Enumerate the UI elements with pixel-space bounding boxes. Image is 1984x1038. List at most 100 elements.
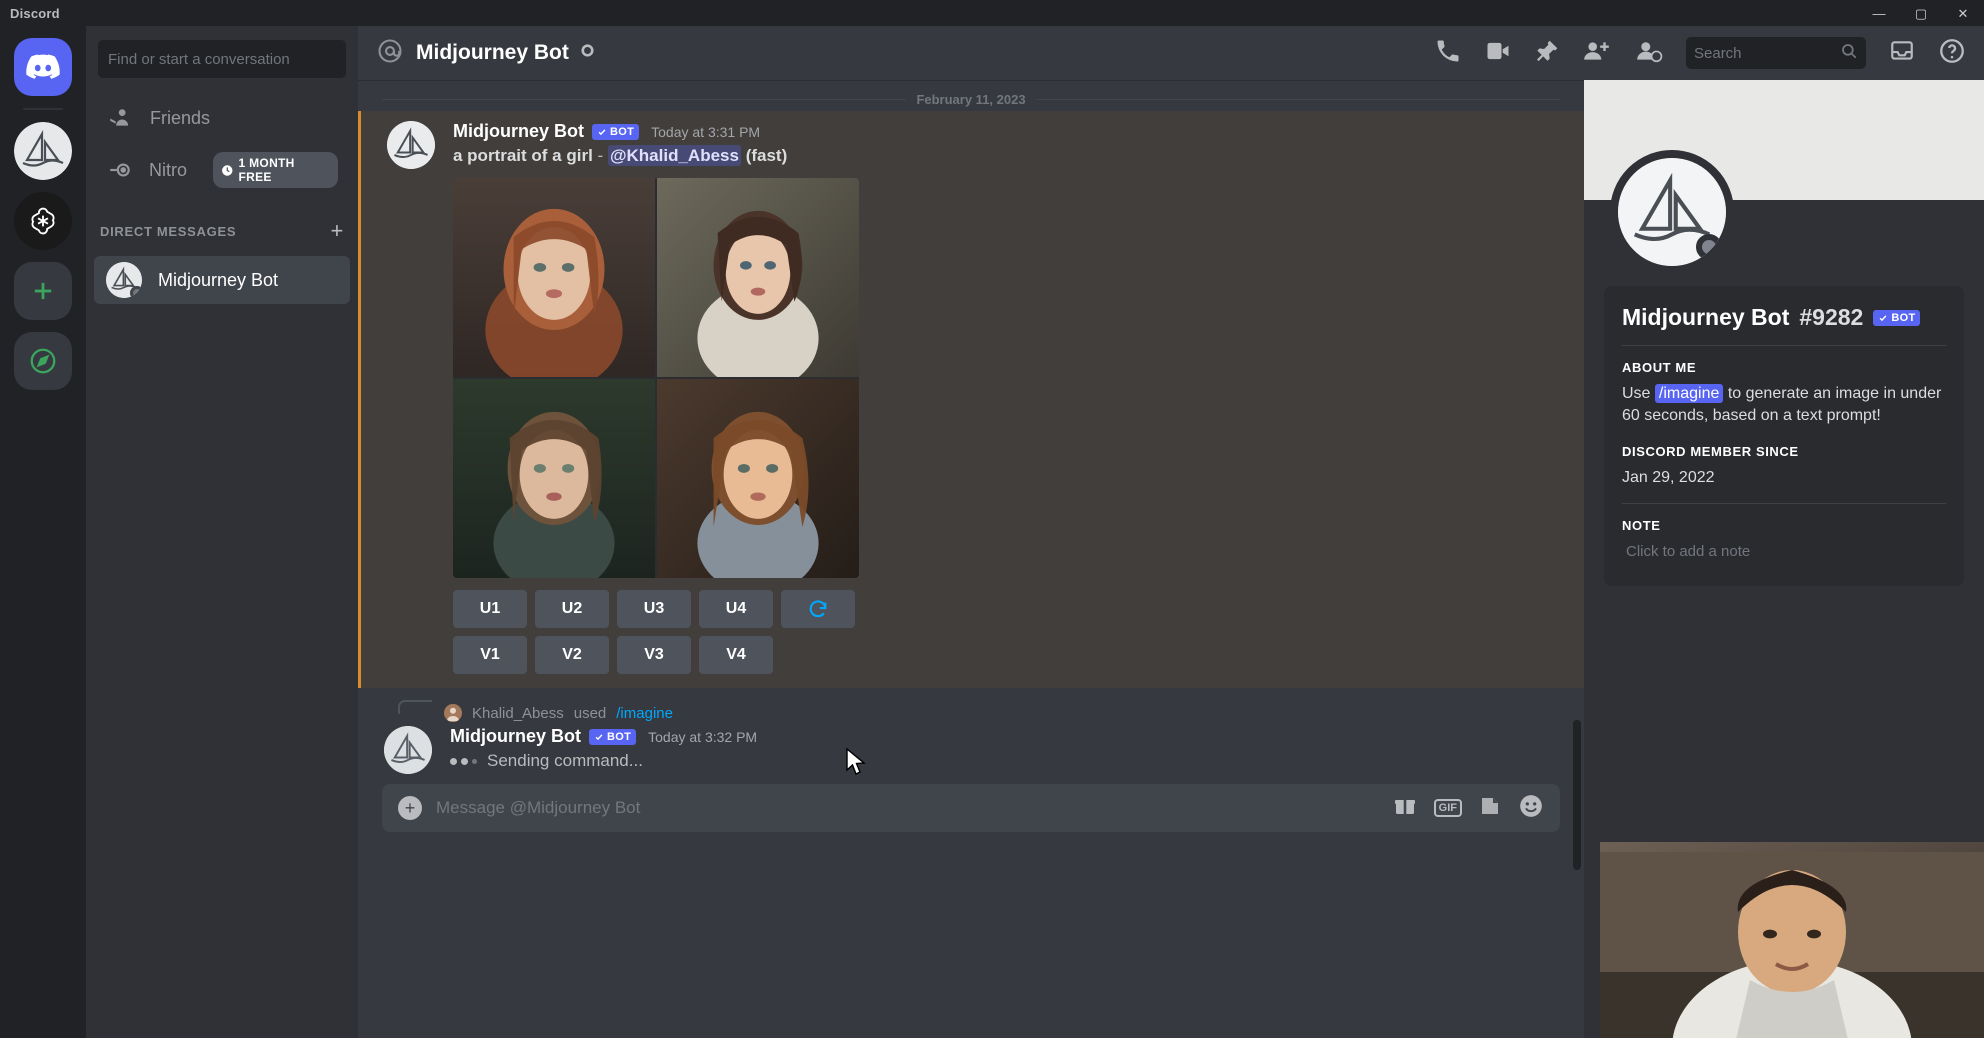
dm-item-midjourney-bot[interactable]: Midjourney Bot <box>94 256 350 304</box>
check-icon <box>1879 314 1887 321</box>
pin-icon[interactable] <box>1534 38 1560 69</box>
note-input[interactable]: Click to add a note <box>1622 541 1946 562</box>
reply-curve-decoration <box>398 700 432 714</box>
explore-servers-button[interactable] <box>14 332 72 390</box>
generated-image-4[interactable] <box>657 379 859 578</box>
bot-badge: BOT <box>1873 309 1921 326</box>
sidebar-item-label-nitro: Nitro <box>149 159 188 180</box>
dm-conversation-list: Midjourney Bot <box>86 250 358 310</box>
generated-image-2[interactable] <box>657 178 859 377</box>
check-icon <box>598 128 606 135</box>
attach-button[interactable]: + <box>398 796 422 820</box>
message-input[interactable]: Message @Midjourney Bot <box>436 798 640 818</box>
sidebar-nav-list: Friends Nitro 1 MONTH FREE <box>86 88 358 200</box>
sailboat-icon <box>384 726 432 774</box>
generated-image-grid[interactable] <box>453 178 859 578</box>
search-icon <box>1840 42 1858 64</box>
system-command-verb: used <box>573 704 607 722</box>
upscale-button-u1[interactable]: U1 <box>453 590 527 628</box>
bot-badge-label: BOT <box>1891 311 1916 324</box>
server-icon-midjourney[interactable] <box>14 122 72 180</box>
check-icon <box>595 733 603 740</box>
date-divider-label: February 11, 2023 <box>916 92 1026 107</box>
search-input[interactable]: Search <box>1686 37 1866 69</box>
add-server-button[interactable] <box>14 262 72 320</box>
system-command-user[interactable]: Khalid_Abess <box>472 705 564 722</box>
generated-image-1[interactable] <box>453 178 655 377</box>
bot-badge: BOT <box>589 728 637 745</box>
sidebar-item-nitro[interactable]: Nitro 1 MONTH FREE <box>94 146 350 194</box>
profile-icon[interactable] <box>1634 37 1664 70</box>
about-me-body: Use /imagine to generate an image in und… <box>1622 383 1946 426</box>
generated-image-3[interactable] <box>453 379 655 578</box>
about-command-chip[interactable]: /imagine <box>1654 384 1724 403</box>
page-title: Midjourney Bot <box>416 41 569 64</box>
variation-button-v4[interactable]: V4 <box>699 636 773 674</box>
call-icon[interactable] <box>1434 37 1462 70</box>
close-button[interactable]: ✕ <box>1942 0 1984 26</box>
avatar[interactable] <box>387 121 435 169</box>
message-body: Midjourney Bot BOT Today at 3:31 PM a po… <box>453 121 1568 674</box>
about-prefix: Use <box>1622 385 1651 402</box>
profile-divider <box>1622 345 1946 346</box>
avatar[interactable] <box>1610 150 1734 274</box>
gift-icon[interactable] <box>1392 794 1418 823</box>
upscale-button-u3[interactable]: U3 <box>617 590 691 628</box>
message-timestamp: Today at 3:32 PM <box>648 728 758 745</box>
server-rail <box>0 26 86 1038</box>
message-list: February 11, 2023 Midjourney Bot BOT Tod… <box>358 80 1584 1038</box>
server-icon-discord-home[interactable] <box>14 38 72 96</box>
find-conversation-input[interactable]: Find or start a conversation <box>98 40 346 78</box>
maximize-button[interactable]: ▢ <box>1900 0 1942 26</box>
message-row: Midjourney Bot BOT Today at 3:31 PM a po… <box>387 121 1568 674</box>
person-video-feed <box>1600 852 1984 1038</box>
gif-icon[interactable]: GIF <box>1433 799 1462 817</box>
divider-line-right <box>1035 99 1561 100</box>
sticker-icon[interactable] <box>1478 794 1502 823</box>
reroll-button[interactable] <box>781 590 855 628</box>
upscale-button-u2[interactable]: U2 <box>535 590 609 628</box>
add-friend-icon[interactable] <box>1582 37 1612 70</box>
slash-command-link[interactable]: /imagine <box>616 705 673 722</box>
message-scrollbar[interactable] <box>1573 720 1581 870</box>
dm-sidebar: Find or start a conversation Friends Nit… <box>86 26 358 1038</box>
variation-button-v1[interactable]: V1 <box>453 636 527 674</box>
channel-header-actions: Search <box>1434 37 1966 70</box>
member-since-title: DISCORD MEMBER SINCE <box>1622 444 1799 460</box>
prompt-text: a portrait of a girl <box>453 146 593 165</box>
profile-username: Midjourney Bot #9282 BOT <box>1622 304 1946 331</box>
status-badge <box>581 44 594 62</box>
message-content: a portrait of a girl - @Khalid_Abess (fa… <box>453 145 1568 166</box>
message-author[interactable]: Midjourney Bot <box>453 121 584 142</box>
nitro-badge-label: 1 MONTH FREE <box>238 156 295 184</box>
nitro-icon <box>106 157 133 183</box>
system-command-row: Khalid_Abess used /imagine <box>358 688 1584 722</box>
clock-icon <box>222 164 233 176</box>
variation-button-row: V1 V2 V3 V4 <box>453 636 1568 674</box>
date-divider: February 11, 2023 <box>382 92 1561 107</box>
minimize-button[interactable]: — <box>1858 0 1900 26</box>
mouse-cursor <box>846 748 866 775</box>
upscale-button-u4[interactable]: U4 <box>699 590 773 628</box>
mode-label: (fast) <box>745 146 788 165</box>
video-icon[interactable] <box>1484 37 1512 70</box>
variation-button-v2[interactable]: V2 <box>535 636 609 674</box>
sidebar-item-label-friends: Friends <box>150 107 211 128</box>
help-icon[interactable] <box>1938 37 1966 70</box>
variation-button-v3[interactable]: V3 <box>617 636 691 674</box>
message-midjourney-result: Midjourney Bot BOT Today at 3:31 PM a po… <box>358 111 1584 688</box>
compass-icon <box>30 348 56 374</box>
inbox-icon[interactable] <box>1888 38 1916 69</box>
emoji-icon[interactable] <box>1518 793 1544 824</box>
sidebar-item-friends[interactable]: Friends <box>94 94 350 142</box>
user-mention[interactable]: @Khalid_Abess <box>607 145 741 166</box>
server-icon-openai[interactable] <box>14 192 72 250</box>
search-placeholder: Search <box>1694 44 1742 62</box>
sending-status-text: Sending command... <box>487 751 643 770</box>
avatar[interactable] <box>384 726 432 774</box>
message-composer[interactable]: + Message @Midjourney Bot GIF <box>382 784 1560 832</box>
rail-divider <box>23 108 63 110</box>
message-author[interactable]: Midjourney Bot <box>450 726 581 747</box>
create-dm-button[interactable]: + <box>330 218 344 244</box>
message-status: Sending command... <box>450 751 1560 771</box>
